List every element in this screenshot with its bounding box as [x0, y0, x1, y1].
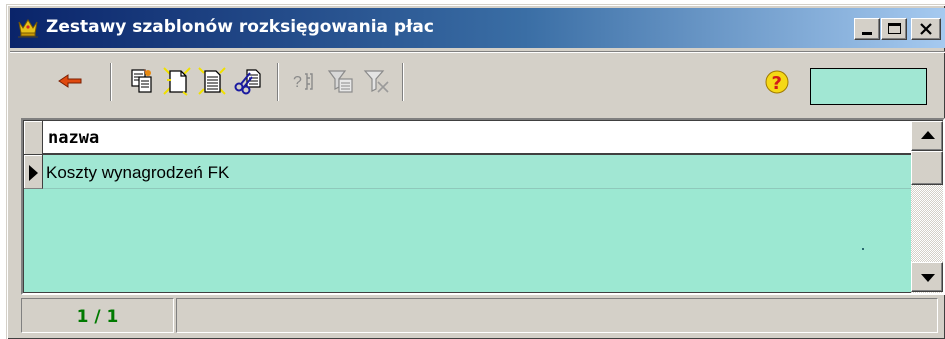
- clear-filter-button[interactable]: [361, 65, 393, 97]
- record-position-panel: 1 / 1: [21, 298, 174, 333]
- close-button[interactable]: [911, 18, 941, 40]
- column-header-label: nazwa: [48, 128, 100, 148]
- search-button[interactable]: ?: [289, 65, 321, 97]
- minimize-icon: [862, 32, 872, 35]
- scroll-thumb[interactable]: [911, 151, 943, 185]
- column-header-nazwa[interactable]: nazwa: [43, 121, 911, 155]
- filter-icon: [327, 70, 353, 93]
- new-document-icon: [163, 67, 191, 96]
- data-grid: nazwa Koszty wynagrodzeń FK: [21, 118, 945, 295]
- scissors-document-icon: [234, 69, 261, 95]
- filter-button[interactable]: [325, 65, 357, 97]
- table-cell-nazwa: Koszty wynagrodzeń FK: [46, 163, 230, 182]
- vertical-scrollbar[interactable]: [911, 121, 943, 293]
- scroll-down-button[interactable]: [911, 262, 943, 292]
- table-row[interactable]: Koszty wynagrodzeń FK: [43, 155, 911, 189]
- toolbar-divider: [10, 51, 945, 53]
- filter-clear-icon: [363, 70, 389, 93]
- record-color-indicator: [810, 68, 927, 105]
- status-panel: [176, 298, 938, 333]
- record-position: 1 / 1: [76, 307, 119, 327]
- toolbar: ? ?: [10, 51, 945, 113]
- grid-speck: [862, 248, 864, 250]
- grid-body: nazwa Koszty wynagrodzeń FK: [23, 120, 943, 293]
- title-bar[interactable]: Zestawy szablonów rozksięgowania płac: [10, 8, 945, 48]
- search-binoculars-icon: ?: [293, 73, 313, 91]
- svg-text:?: ?: [293, 74, 302, 91]
- edit-document-icon: [198, 67, 226, 95]
- crown-icon[interactable]: [16, 16, 40, 40]
- current-row-arrow-icon: [29, 165, 38, 181]
- toolbar-separator: [402, 63, 404, 101]
- arrow-left-icon: [58, 74, 82, 88]
- help-icon: ?: [765, 70, 789, 94]
- copy-record-button[interactable]: [126, 65, 158, 97]
- arrow-up-icon: [921, 131, 935, 139]
- help-button[interactable]: ?: [761, 65, 793, 97]
- svg-text:?: ?: [772, 73, 782, 94]
- window-title: Zestawy szablonów rozksięgowania płac: [46, 17, 434, 37]
- minimize-button[interactable]: [854, 18, 880, 40]
- cut-record-button[interactable]: [232, 65, 264, 97]
- scroll-up-button[interactable]: [911, 121, 943, 151]
- header-indicator-cell: [24, 121, 43, 155]
- maximize-button[interactable]: [881, 18, 907, 40]
- new-record-button[interactable]: [161, 65, 193, 97]
- row-indicator[interactable]: [24, 155, 43, 189]
- close-icon: [919, 22, 933, 41]
- toolbar-separator: [110, 63, 112, 101]
- arrow-down-icon: [921, 274, 935, 282]
- app-window: Zestawy szablonów rozksięgowania płac ? …: [6, 4, 945, 339]
- status-bar: 1 / 1: [10, 296, 945, 336]
- copy-document-icon: [131, 69, 152, 93]
- back-button[interactable]: [54, 65, 86, 97]
- edit-record-button[interactable]: [196, 65, 228, 97]
- toolbar-separator: [277, 63, 279, 101]
- maximize-icon: [888, 23, 901, 34]
